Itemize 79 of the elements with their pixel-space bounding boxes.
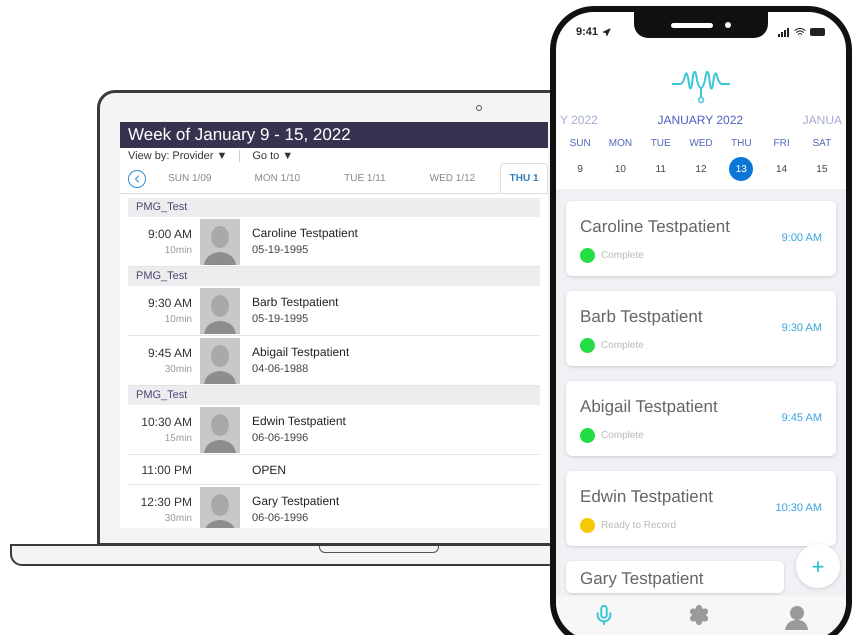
weekday-label: WED xyxy=(688,137,714,151)
weekday-label: THU xyxy=(730,137,753,151)
date-button[interactable]: 13 xyxy=(729,157,754,181)
patient-dob: 06-06-1996 xyxy=(252,431,310,446)
patient-dob: 06-06-1996 xyxy=(252,511,310,526)
patient-dob: 05-19-1995 xyxy=(252,312,310,328)
patient-name: Barb Testpatient xyxy=(580,306,703,328)
avatar-icon xyxy=(200,406,240,452)
status-label: Complete xyxy=(601,428,644,443)
day-tab[interactable]: THU 1 xyxy=(500,163,548,193)
appointment-duration: 30min xyxy=(164,363,192,377)
appointment-card[interactable]: Abigail Testpatient Complete 9:45 AM xyxy=(566,381,836,456)
current-month: JANUARY 2022 xyxy=(657,112,744,129)
appointment-time: 9:45 AM xyxy=(148,345,192,362)
group-header: PMG_Test xyxy=(128,198,540,217)
day-tab[interactable]: MON 1/10 xyxy=(234,163,322,193)
avatar-icon xyxy=(200,218,240,264)
patient-name: Caroline Testpatient xyxy=(580,216,730,238)
patient-name: Gary Testpatient xyxy=(580,568,704,590)
status-time: 9:41 xyxy=(576,24,598,40)
camera-icon xyxy=(476,104,482,110)
patient-name[interactable]: Caroline Testpatient xyxy=(252,224,358,242)
appointment-duration: 30min xyxy=(164,512,192,526)
day-tab[interactable]: TUE 1/11 xyxy=(321,163,409,193)
location-icon xyxy=(602,28,612,36)
settings-icon[interactable] xyxy=(688,604,710,626)
signal-icon xyxy=(778,28,790,36)
view-by-dropdown[interactable]: View by: Provider ▼ xyxy=(128,148,228,164)
appointment-time: 9:00 AM xyxy=(782,231,822,246)
patient-name[interactable]: Gary Testpatient xyxy=(252,492,340,510)
date-button[interactable]: 11 xyxy=(648,157,673,181)
appointment-time: 10:30 AM xyxy=(141,414,192,431)
profile-icon[interactable] xyxy=(783,604,810,630)
appointment-duration: 15min xyxy=(164,432,192,446)
status-label: Complete xyxy=(601,338,644,353)
patient-name[interactable]: Edwin Testpatient xyxy=(252,412,346,430)
date-button[interactable]: 12 xyxy=(688,157,713,181)
appointment-card[interactable]: Edwin Testpatient Ready to Record 10:30 AM xyxy=(566,471,836,546)
patient-name: Abigail Testpatient xyxy=(580,396,718,418)
day-tab[interactable]: SUN 1/09 xyxy=(146,163,234,193)
appointment-time: 11:00 PM xyxy=(140,462,193,478)
date-button[interactable]: 10 xyxy=(608,157,632,181)
appointment-card[interactable]: Barb Testpatient Complete 9:30 AM xyxy=(566,291,836,366)
day-tab[interactable]: WED 1/12 xyxy=(408,163,496,193)
go-to-dropdown[interactable]: Go to ▼ xyxy=(252,148,294,164)
patient-name[interactable]: Barb Testpatient xyxy=(252,293,339,312)
appointment-time: 12:30 PM xyxy=(140,494,192,511)
status-label: Complete xyxy=(601,248,644,263)
appointment-duration: 10min xyxy=(164,244,192,258)
weekday-label: TUE xyxy=(650,137,672,151)
appointment-time: 10:30 AM xyxy=(776,501,822,516)
avatar-icon xyxy=(200,288,240,334)
avatar-icon xyxy=(200,486,240,528)
appointment-time: 9:45 AM xyxy=(782,411,822,426)
avatar-icon xyxy=(200,338,240,384)
patient-name[interactable]: Abigail Testpatient xyxy=(252,343,350,362)
group-header: PMG_Test xyxy=(128,386,540,405)
appointment-card[interactable]: Gary Testpatient xyxy=(566,561,784,593)
date-button[interactable]: 14 xyxy=(770,157,794,181)
date-button[interactable]: 15 xyxy=(810,157,834,181)
date-button[interactable]: 9 xyxy=(568,157,592,181)
battery-icon xyxy=(810,28,826,36)
weekday-label: MON xyxy=(608,137,634,151)
previous-week-button[interactable] xyxy=(128,170,146,188)
group-header: PMG_Test xyxy=(128,267,540,286)
patient-dob: 04-06-1988 xyxy=(252,362,310,378)
weekday-label: FRI xyxy=(772,137,791,151)
appointment-card[interactable]: Caroline Testpatient Complete 9:00 AM xyxy=(566,201,836,276)
week-title: Week of January 9 - 15, 2022 xyxy=(120,122,548,148)
weekday-label: SAT xyxy=(811,137,832,151)
weekday-label: SUN xyxy=(568,137,592,151)
patient-name: Edwin Testpatient xyxy=(580,486,713,508)
patient-dob: 05-19-1995 xyxy=(252,243,310,258)
appointment-duration: 10min xyxy=(164,313,192,327)
appointment-time: 9:00 AM xyxy=(148,226,192,243)
open-slot[interactable]: OPEN xyxy=(200,460,286,478)
appointment-time: 9:30 AM xyxy=(782,321,822,336)
appointment-time: 9:30 AM xyxy=(148,295,192,312)
status-label: Ready to Record xyxy=(601,518,676,533)
